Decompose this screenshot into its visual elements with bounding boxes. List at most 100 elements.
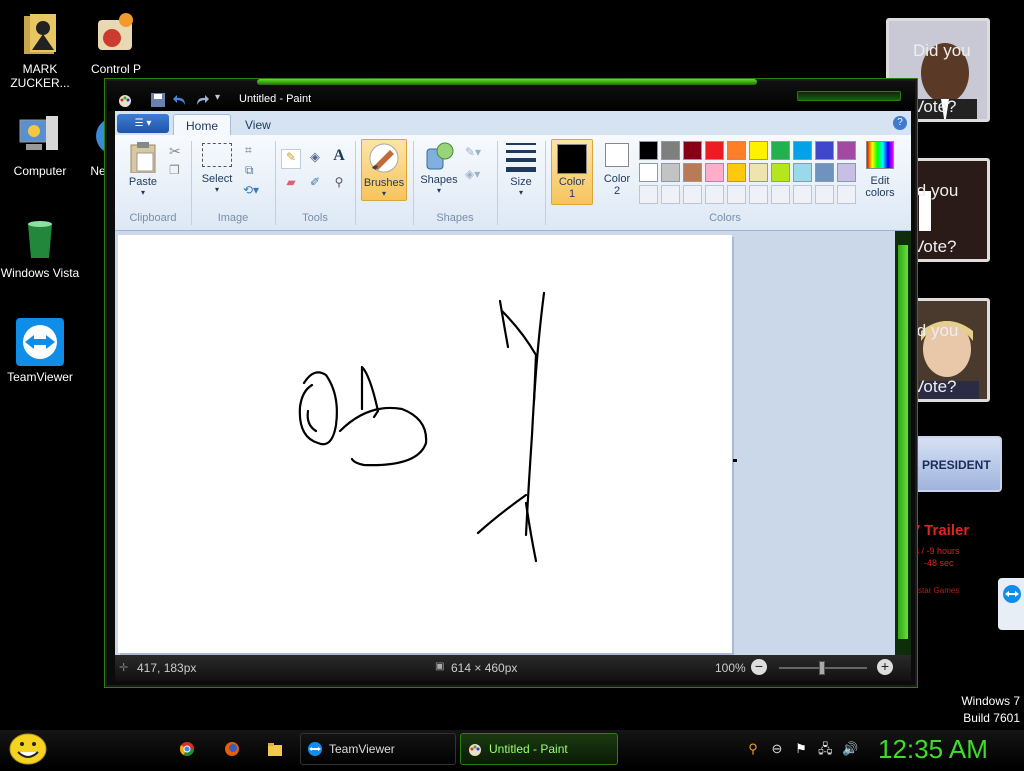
palette-swatch[interactable]: [793, 141, 812, 160]
colors-group-label: Colors: [709, 212, 741, 224]
palette-swatch[interactable]: [771, 163, 790, 182]
pencil-icon[interactable]: ✎: [281, 149, 301, 169]
desktop-icon-mark-zucker[interactable]: MARK ZUCKER...: [0, 10, 80, 90]
palette-swatch[interactable]: [771, 141, 790, 160]
color-picker-icon[interactable]: ✐: [305, 175, 325, 195]
desktop-icon-network[interactable]: Ne: [76, 112, 106, 178]
select-button[interactable]: Select ▾: [197, 143, 237, 194]
zoom-slider[interactable]: [779, 661, 867, 675]
undo-icon[interactable]: [173, 93, 187, 107]
palette-swatch[interactable]: [639, 185, 658, 204]
palette-swatch[interactable]: [705, 163, 724, 182]
president-banner[interactable]: R PRESIDENT: [906, 436, 1002, 492]
clipboard-group-label: Clipboard: [129, 212, 177, 224]
eraser-icon[interactable]: ▰: [281, 175, 301, 195]
palette-swatch[interactable]: [793, 163, 812, 182]
cut-icon[interactable]: ✂: [169, 143, 181, 160]
desktop-icon-recycle-bin[interactable]: Windows Vista: [0, 214, 80, 280]
palette-swatch[interactable]: [639, 141, 658, 160]
paste-button[interactable]: Paste ▾: [123, 141, 163, 197]
palette-swatch[interactable]: [661, 185, 680, 204]
quick-access-dropdown-icon[interactable]: ▾: [215, 92, 220, 103]
palette-swatch[interactable]: [749, 163, 768, 182]
tab-home[interactable]: Home: [173, 114, 232, 135]
palette-swatch[interactable]: [771, 185, 790, 204]
resize-icon[interactable]: ⧉: [245, 163, 254, 178]
folder-person-icon: [24, 14, 56, 54]
brushes-button[interactable]: Brushes ▾: [361, 139, 407, 201]
text-icon[interactable]: A: [329, 147, 349, 167]
palette-swatch[interactable]: [683, 141, 702, 160]
palette-swatch[interactable]: [683, 163, 702, 182]
title-bar[interactable]: ▾ Untitled - Paint: [107, 79, 915, 111]
palette-swatch[interactable]: [815, 163, 834, 182]
fill-shape-icon[interactable]: ◈▾: [465, 167, 480, 181]
teamviewer-side-tab[interactable]: [998, 578, 1024, 630]
help-icon[interactable]: ?: [893, 116, 907, 130]
volume-icon[interactable]: 🔊: [842, 742, 858, 756]
shapes-icon: [426, 142, 454, 170]
zoom-in-icon[interactable]: +: [877, 659, 893, 675]
zoom-slider-thumb[interactable]: [819, 661, 825, 675]
redo-icon[interactable]: [195, 93, 209, 107]
palette-swatch[interactable]: [705, 141, 724, 160]
color2-button[interactable]: Color 2: [597, 143, 637, 197]
palette-swatch[interactable]: [749, 185, 768, 204]
explorer-icon[interactable]: [267, 741, 283, 757]
palette-swatch[interactable]: [727, 141, 746, 160]
start-button[interactable]: [8, 732, 48, 766]
desktop-icon-control-panel[interactable]: Control P: [76, 10, 156, 76]
palette-swatch[interactable]: [639, 163, 658, 182]
crop-icon[interactable]: ⌗: [245, 143, 252, 158]
scrollbar-thumb[interactable]: [898, 245, 908, 639]
search-icon[interactable]: ⚲: [746, 742, 760, 756]
desktop-icon-teamviewer[interactable]: TeamViewer: [0, 318, 80, 384]
chrome-icon[interactable]: [179, 741, 195, 757]
stroke-loop: [306, 409, 318, 433]
rotate-icon[interactable]: ⟲▾: [243, 183, 259, 197]
palette-swatch[interactable]: [727, 163, 746, 182]
clock[interactable]: 12:35 AM: [878, 734, 988, 765]
magnifier-icon[interactable]: ⚲: [329, 175, 349, 195]
drawing-canvas[interactable]: [118, 235, 732, 653]
stroke-y-left: [498, 299, 538, 403]
palette-swatch[interactable]: [837, 185, 856, 204]
palette-swatch[interactable]: [749, 141, 768, 160]
outline-icon[interactable]: ✎▾: [465, 145, 481, 159]
minimize-icon[interactable]: ⊖: [770, 742, 784, 756]
color1-button[interactable]: Color 1: [551, 139, 593, 205]
palette-swatch[interactable]: [815, 185, 834, 204]
desktop-icon-computer[interactable]: Computer: [0, 112, 80, 178]
taskbar-paint[interactable]: Untitled - Paint: [460, 733, 618, 765]
canvas-area[interactable]: [115, 231, 895, 655]
vertical-scrollbar[interactable]: [895, 231, 911, 655]
save-icon[interactable]: [151, 93, 165, 107]
network-tray-icon[interactable]: 🖧: [818, 742, 833, 756]
canvas-resize-handle[interactable]: [733, 459, 737, 462]
window-controls[interactable]: [797, 91, 901, 101]
trailer-title: V Trailer: [910, 522, 970, 539]
shapes-button[interactable]: Shapes ▾: [419, 141, 459, 195]
palette-swatch[interactable]: [727, 185, 746, 204]
tab-view[interactable]: View: [233, 114, 283, 135]
palette-swatch[interactable]: [661, 163, 680, 182]
firefox-icon[interactable]: [224, 741, 240, 757]
paint-window[interactable]: ▾ Untitled - Paint ☰ ▾ Home View ? Paste…: [105, 79, 917, 687]
palette-swatch[interactable]: [793, 185, 812, 204]
copy-icon[interactable]: ❐: [169, 163, 180, 177]
teamviewer-icon: [308, 742, 322, 756]
zoom-out-icon[interactable]: −: [751, 659, 767, 675]
paint-app-icon[interactable]: [117, 92, 133, 108]
palette-swatch[interactable]: [815, 141, 834, 160]
action-center-flag-icon[interactable]: ⚑: [794, 742, 808, 756]
palette-swatch[interactable]: [661, 141, 680, 160]
palette-swatch[interactable]: [705, 185, 724, 204]
taskbar-teamviewer[interactable]: TeamViewer: [300, 733, 456, 765]
size-button[interactable]: Size ▾: [503, 143, 539, 197]
file-menu-button[interactable]: ☰ ▾: [117, 114, 169, 133]
edit-colors-button[interactable]: Edit colors: [859, 141, 901, 199]
palette-swatch[interactable]: [837, 141, 856, 160]
palette-swatch[interactable]: [683, 185, 702, 204]
palette-swatch[interactable]: [837, 163, 856, 182]
fill-icon[interactable]: ◈: [305, 149, 325, 169]
